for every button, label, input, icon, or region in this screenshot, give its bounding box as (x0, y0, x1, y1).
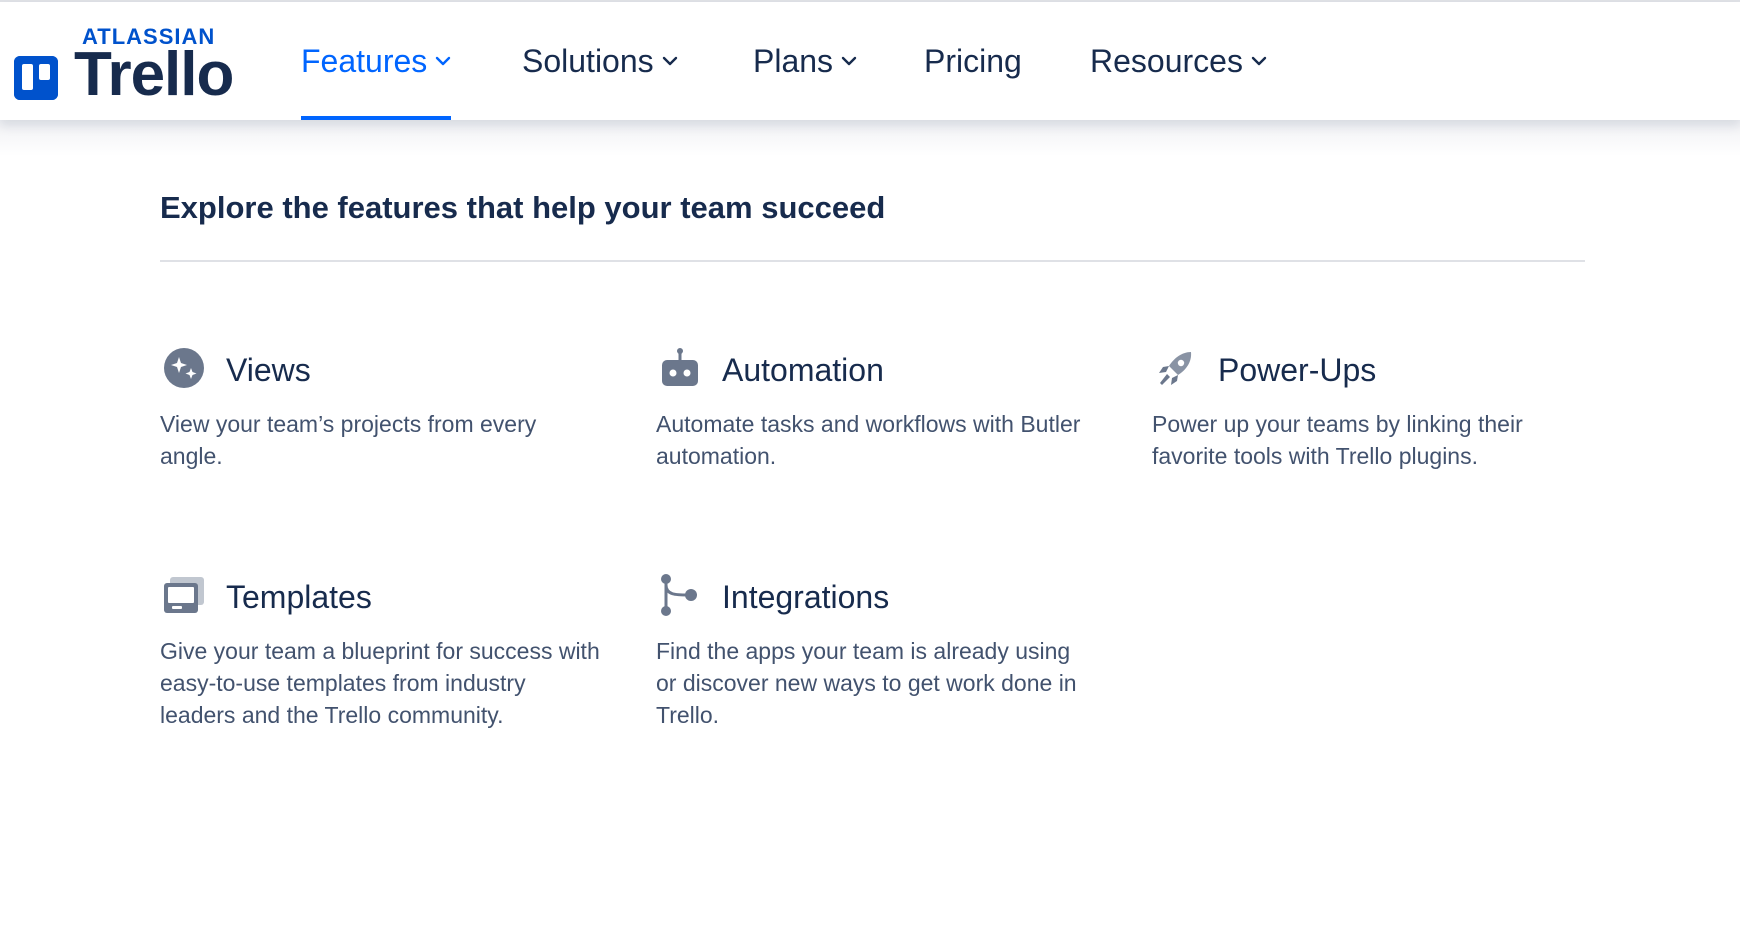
features-heading: Explore the features that help your team… (160, 190, 886, 225)
robot-icon (658, 346, 702, 390)
nav-features[interactable]: Features (301, 2, 452, 120)
nav-pricing[interactable]: Pricing (924, 2, 1022, 120)
dropdown-shadow-band (0, 120, 1740, 156)
rocket-icon (1154, 346, 1198, 390)
nav-pricing-label: Pricing (924, 42, 1022, 79)
chevron-down-icon (662, 56, 677, 66)
nav-plans-label: Plans (753, 42, 834, 79)
chevron-down-icon (841, 56, 857, 66)
trello-board-icon (14, 56, 58, 100)
nav-solutions[interactable]: Solutions (522, 2, 678, 120)
feature-automation-title: Automation (722, 352, 884, 388)
top-navigation-bar: ATLASSIAN Trello Features Solutions Plan… (0, 2, 1740, 120)
feature-views-title: Views (226, 352, 311, 388)
nav-solutions-label: Solutions (522, 42, 654, 79)
nav-plans[interactable]: Plans (753, 2, 857, 120)
feature-integrations-title: Integrations (722, 579, 890, 615)
nav-resources[interactable]: Resources (1090, 2, 1267, 120)
heading-divider (160, 260, 1585, 262)
feature-automation-description: Automate tasks and workflows with Butler… (656, 411, 1081, 469)
nav-features-label: Features (301, 42, 428, 79)
feature-views-description: View your team’s projects from every ang… (160, 411, 537, 469)
nav-resources-label: Resources (1090, 42, 1243, 79)
feature-integrations-description: Find the apps your team is already using… (656, 638, 1077, 728)
feature-power-ups-description: Power up your teams by linking their fav… (1152, 411, 1523, 469)
trello-wordmark: Trello (74, 40, 234, 109)
views-icon (162, 346, 206, 390)
feature-templates-title: Templates (226, 579, 372, 615)
integrations-icon (658, 573, 702, 617)
feature-templates-description: Give your team a blueprint for success w… (160, 638, 600, 728)
templates-icon (162, 573, 206, 617)
trello-logo[interactable]: ATLASSIAN Trello (14, 22, 244, 106)
feature-power-ups-title: Power-Ups (1218, 352, 1377, 388)
chevron-down-icon (1251, 56, 1267, 66)
chevron-down-icon (436, 56, 451, 66)
